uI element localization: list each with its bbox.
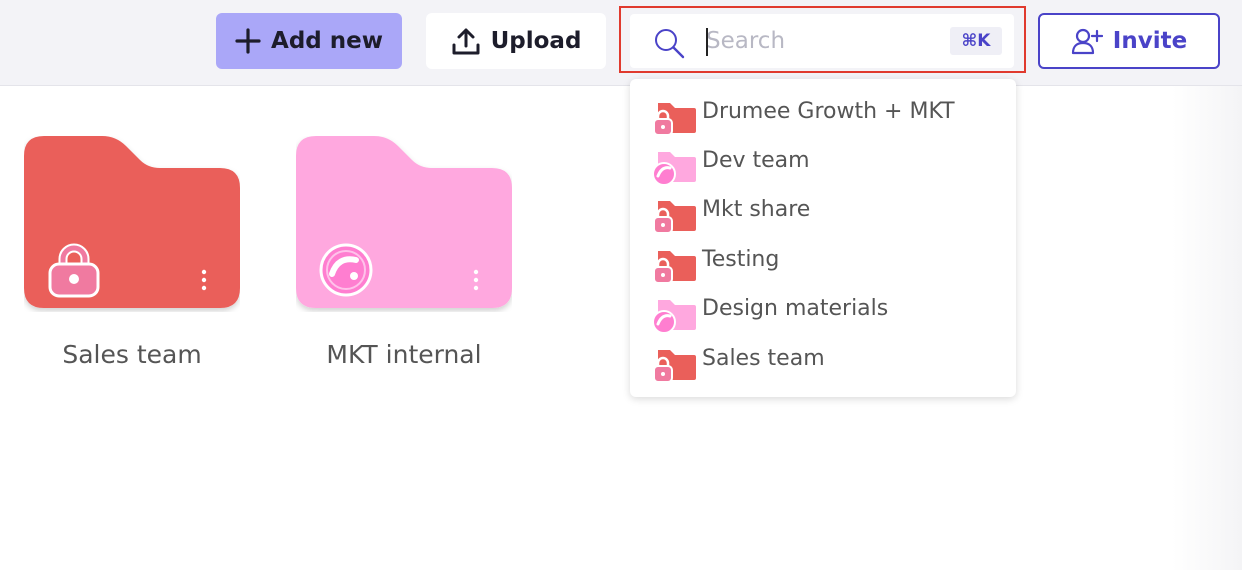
invite-button[interactable]: Invite (1038, 13, 1220, 69)
search-box[interactable]: ⌘K (630, 14, 1014, 68)
folder-sales-team[interactable] (24, 136, 240, 312)
private-folder-icon (653, 103, 696, 136)
search-result-label: Sales team (702, 346, 825, 371)
text-cursor (706, 28, 708, 56)
search-icon (655, 29, 685, 59)
search-result-item[interactable]: Mkt share (630, 191, 1016, 237)
search-input[interactable] (706, 24, 936, 58)
search-result-label: Dev team (702, 148, 810, 173)
search-result-item[interactable]: Design materials (630, 290, 1016, 336)
shared-folder-icon (652, 300, 696, 334)
search-result-item[interactable]: Drumee Growth + MKT (630, 93, 1016, 139)
add-new-label: Add new (271, 28, 383, 54)
upload-label: Upload (490, 28, 582, 54)
shared-icon (319, 243, 373, 297)
upload-button[interactable]: Upload (426, 13, 606, 69)
add-new-button[interactable]: Add new (216, 13, 402, 69)
plus-icon (235, 28, 261, 54)
search-results-dropdown: Drumee Growth + MKT Dev team Mkt share T… (630, 79, 1016, 397)
search-result-label: Testing (702, 247, 780, 272)
search-result-label: Drumee Growth + MKT (702, 99, 955, 124)
more-options-icon[interactable] (471, 268, 481, 292)
add-user-icon (1071, 28, 1103, 55)
lock-icon (48, 243, 100, 298)
search-result-item[interactable]: Sales team (630, 340, 1016, 386)
right-edge-shade (1172, 86, 1242, 570)
invite-label: Invite (1112, 28, 1188, 54)
folder-label: MKT internal (326, 340, 482, 369)
shared-folder-icon (652, 152, 696, 186)
search-result-item[interactable]: Dev team (630, 142, 1016, 188)
private-folder-icon (653, 251, 696, 284)
folder-label: Sales team (62, 340, 202, 369)
folder-mkt-internal[interactable] (296, 136, 512, 312)
private-folder-icon (653, 350, 696, 383)
search-result-label: Design materials (702, 296, 889, 321)
private-folder-icon (653, 201, 696, 234)
search-shortcut-badge: ⌘K (950, 27, 1002, 55)
search-result-item[interactable]: Testing (630, 241, 1016, 287)
more-options-icon[interactable] (199, 268, 209, 292)
upload-icon (452, 28, 480, 55)
search-result-label: Mkt share (702, 197, 811, 222)
